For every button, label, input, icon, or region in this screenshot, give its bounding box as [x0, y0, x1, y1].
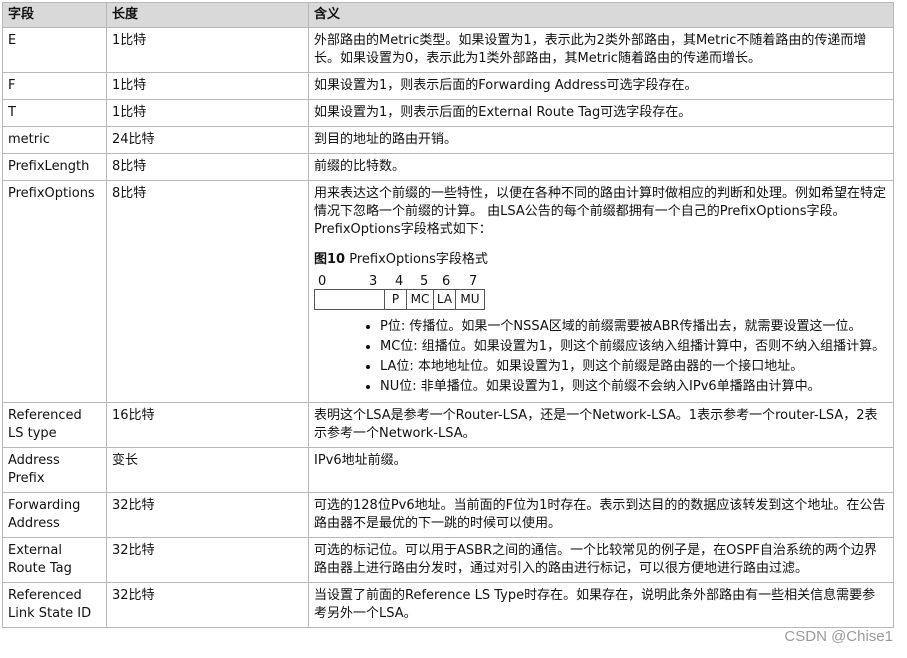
field-cell: PrefixOptions — [2, 180, 107, 403]
bit-field-p: P — [385, 289, 407, 310]
figure-number: 图10 — [314, 252, 346, 267]
field-cell: Referenced Link State ID — [2, 582, 107, 628]
prefix-options-bit-list: P位: 传播位。如果一个NSSA区域的前缀需要被ABR传播出去，就需要设置这一位… — [314, 318, 887, 396]
field-cell: F — [2, 72, 107, 100]
meaning-cell: 到目的地址的路由开销。 — [308, 126, 894, 154]
bit-field-mc: MC — [407, 289, 434, 310]
meaning-cell: 如果设置为1，则表示后面的External Route Tag可选字段存在。 — [308, 99, 894, 127]
field-table: 字段 长度 含义 E 1比特 外部路由的Metric类型。如果设置为1，表示此为… — [2, 2, 894, 628]
list-item: MC位: 组播位。如果设置为1，则这个前缀应该纳入组播计算中，否则不纳入组播计算… — [380, 338, 887, 356]
length-cell: 16比特 — [106, 402, 309, 448]
length-cell: 32比特 — [106, 537, 309, 583]
watermark: CSDN @Chise1 — [784, 628, 893, 645]
meaning-cell: 前缀的比特数。 — [308, 153, 894, 181]
table-row: PrefixOptions 8比特 用来表达这个前缀的一些特性，以便在各种不同的… — [2, 180, 894, 403]
header-length: 长度 — [106, 2, 309, 28]
list-item: P位: 传播位。如果一个NSSA区域的前缀需要被ABR传播出去，就需要设置这一位… — [380, 318, 887, 336]
bit-field-reserved — [314, 289, 385, 310]
table-row: Referenced Link State ID 32比特 当设置了前面的Ref… — [2, 582, 894, 628]
bit-field-mu: MU — [456, 289, 485, 310]
bit-numbers: 0 3 4 5 6 7 — [314, 273, 887, 289]
table-row: Forwarding Address 32比特 可选的128位Pv6地址。当前面… — [2, 492, 894, 538]
table-row: E 1比特 外部路由的Metric类型。如果设置为1，表示此为2类外部路由，其M… — [2, 27, 894, 73]
table-row: Referenced LS type 16比特 表明这个LSA是参考一个Rout… — [2, 402, 894, 448]
length-cell: 24比特 — [106, 126, 309, 154]
meaning-cell: IPv6地址前缀。 — [308, 447, 894, 493]
length-cell: 1比特 — [106, 99, 309, 127]
meaning-cell: 可选的128位Pv6地址。当前面的F位为1时存在。表示到达目的的数据应该转发到这… — [308, 492, 894, 538]
bit-number: 4 — [395, 274, 404, 289]
field-cell: T — [2, 99, 107, 127]
table-header-row: 字段 长度 含义 — [2, 2, 894, 28]
prefix-options-bit-diagram: P MC LA MU — [314, 289, 887, 310]
list-item: NU位: 非单播位。如果设置为1，则这个前缀不会纳入IPv6单播路由计算中。 — [380, 378, 887, 396]
table-row: T 1比特 如果设置为1，则表示后面的External Route Tag可选字… — [2, 99, 894, 127]
figure-caption: 图10 PrefixOptions字段格式 — [314, 251, 887, 269]
list-item: LA位: 本地地址位。如果设置为1，则这个前缀是路由器的一个接口地址。 — [380, 358, 887, 376]
figure-title: PrefixOptions字段格式 — [345, 252, 488, 267]
bit-number: 0 — [318, 274, 327, 289]
meaning-cell: 可选的标记位。可以用于ASBR之间的通信。一个比较常见的例子是，在OSPF自治系… — [308, 537, 894, 583]
meaning-cell: 用来表达这个前缀的一些特性，以便在各种不同的路由计算时做相应的判断和处理。例如希… — [308, 180, 894, 403]
meaning-cell: 如果设置为1，则表示后面的Forwarding Address可选字段存在。 — [308, 72, 894, 100]
length-cell: 8比特 — [106, 153, 309, 181]
field-cell: External Route Tag — [2, 537, 107, 583]
length-cell: 变长 — [106, 447, 309, 493]
header-meaning: 含义 — [308, 2, 894, 28]
length-cell: 32比特 — [106, 582, 309, 628]
field-cell: Address Prefix — [2, 447, 107, 493]
meaning-cell: 表明这个LSA是参考一个Router-LSA，还是一个Network-LSA。1… — [308, 402, 894, 448]
table-row: metric 24比特 到目的地址的路由开销。 — [2, 126, 894, 154]
table-row: F 1比特 如果设置为1，则表示后面的Forwarding Address可选字… — [2, 72, 894, 100]
meaning-cell: 当设置了前面的Reference LS Type时存在。如果存在，说明此条外部路… — [308, 582, 894, 628]
header-field: 字段 — [2, 2, 107, 28]
meaning-cell: 外部路由的Metric类型。如果设置为1，表示此为2类外部路由，其Metric不… — [308, 27, 894, 73]
bit-number: 6 — [442, 274, 451, 289]
prefix-options-description: 用来表达这个前缀的一些特性，以便在各种不同的路由计算时做相应的判断和处理。例如希… — [314, 186, 887, 237]
length-cell: 8比特 — [106, 180, 309, 403]
length-cell: 1比特 — [106, 72, 309, 100]
bit-number: 3 — [369, 274, 378, 289]
length-cell: 1比特 — [106, 27, 309, 73]
field-cell: metric — [2, 126, 107, 154]
field-cell: Referenced LS type — [2, 402, 107, 448]
field-cell: Forwarding Address — [2, 492, 107, 538]
table-row: Address Prefix 变长 IPv6地址前缀。 — [2, 447, 894, 493]
table-row: External Route Tag 32比特 可选的标记位。可以用于ASBR之… — [2, 537, 894, 583]
table-row: PrefixLength 8比特 前缀的比特数。 — [2, 153, 894, 181]
field-cell: PrefixLength — [2, 153, 107, 181]
bit-number: 7 — [469, 274, 478, 289]
bit-number: 5 — [420, 274, 429, 289]
length-cell: 32比特 — [106, 492, 309, 538]
bit-field-la: LA — [434, 289, 456, 310]
field-cell: E — [2, 27, 107, 73]
